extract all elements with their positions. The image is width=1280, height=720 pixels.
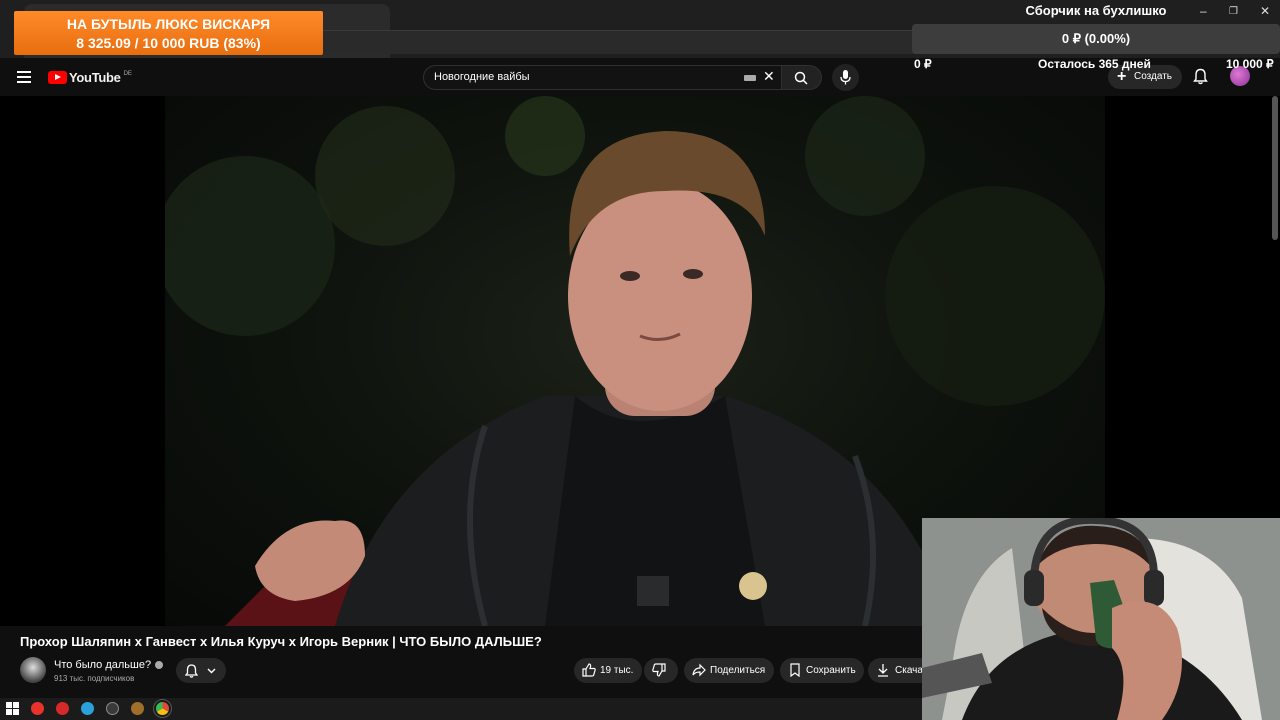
fundraiser-min: 0 ₽ [914, 57, 932, 71]
channel-avatar[interactable] [20, 657, 46, 683]
yandex-browser-icon[interactable] [31, 702, 44, 715]
subscription-bell-button[interactable] [176, 658, 226, 683]
youtube-logo[interactable]: YouTube DE [48, 70, 132, 85]
app-icon[interactable] [131, 702, 144, 715]
search-box: ✕ [423, 65, 782, 90]
download-button[interactable]: Скачать [868, 658, 922, 683]
channel-name-text[interactable]: Что было дальше? [54, 659, 151, 671]
windows-start-icon[interactable] [6, 702, 19, 715]
clear-search-icon[interactable]: ✕ [763, 68, 775, 85]
share-button[interactable]: Поделиться [684, 658, 774, 683]
microphone-icon [840, 70, 851, 85]
hamburger-menu-icon[interactable] [17, 71, 31, 83]
donation-goal-amount: 8 325.09 / 10 000 RUB (83%) [76, 35, 261, 51]
fundraiser-title: Сборчик на бухлишко [1025, 3, 1167, 18]
bookmark-icon [790, 663, 800, 677]
taskbar [0, 698, 922, 720]
donation-goal-widget: НА БУТЫЛЬ ЛЮКС ВИСКАРЯ 8 325.09 / 10 000… [14, 11, 323, 55]
like-button[interactable]: 19 тыс. [574, 658, 642, 683]
fundraiser-progress-bar: 0 ₽ (0.00%) [912, 24, 1280, 54]
save-label: Сохранить [806, 665, 856, 676]
streamer-webcam [922, 518, 1280, 720]
download-icon [878, 664, 888, 677]
create-label: Создать [1134, 71, 1173, 82]
keyboard-icon[interactable] [744, 75, 756, 81]
youtube-play-icon [48, 71, 67, 84]
windows-logo [6, 702, 19, 715]
video-title: Прохор Шаляпин x Ганвест x Илья Куруч x … [20, 634, 542, 649]
restore-icon[interactable]: ❐ [1229, 6, 1238, 17]
chevron-down-icon [207, 668, 216, 674]
fundraiser-max: 10 000 ₽ [1226, 57, 1274, 71]
screen: НА БУТЫЛЬ ЛЮКС ВИСКАРЯ 8 325.09 / 10 000… [0, 0, 1280, 720]
fundraiser-progress-text: 0 ₽ (0.00%) [1061, 31, 1131, 46]
download-label: Скачать [895, 665, 922, 676]
page-scrollbar[interactable] [1272, 96, 1278, 240]
channel-name[interactable]: Что было дальше? [54, 659, 164, 671]
share-label: Поделиться [710, 665, 766, 676]
share-icon [692, 663, 706, 677]
close-icon[interactable]: ✕ [1260, 4, 1270, 18]
voice-search-button[interactable] [832, 64, 859, 91]
save-button[interactable]: Сохранить [780, 658, 864, 683]
search-input[interactable] [434, 71, 734, 83]
obs-icon[interactable] [106, 702, 119, 715]
bell-icon [185, 664, 198, 678]
search-button[interactable] [782, 65, 822, 90]
search-icon [794, 71, 808, 85]
thumbs-up-icon [582, 663, 596, 677]
yandex-icon[interactable] [56, 702, 69, 715]
chrome-icon[interactable] [153, 699, 172, 718]
telegram-icon[interactable] [81, 702, 94, 715]
notifications-bell-icon[interactable] [1193, 68, 1208, 85]
verified-badge-icon [155, 661, 164, 670]
subscriber-count: 913 тыс. подписчиков [54, 674, 135, 683]
thumbs-down-icon [652, 663, 666, 677]
donation-goal-title: НА БУТЫЛЬ ЛЮКС ВИСКАРЯ [66, 16, 271, 32]
region-code: DE [123, 70, 132, 77]
dislike-button[interactable] [644, 658, 678, 683]
minimize-icon[interactable]: – [1200, 4, 1207, 18]
webcam-image [922, 518, 1280, 720]
like-count: 19 тыс. [600, 665, 634, 676]
fundraiser-remaining: Осталось 365 дней [1038, 57, 1151, 71]
youtube-logo-text: YouTube [69, 70, 121, 85]
